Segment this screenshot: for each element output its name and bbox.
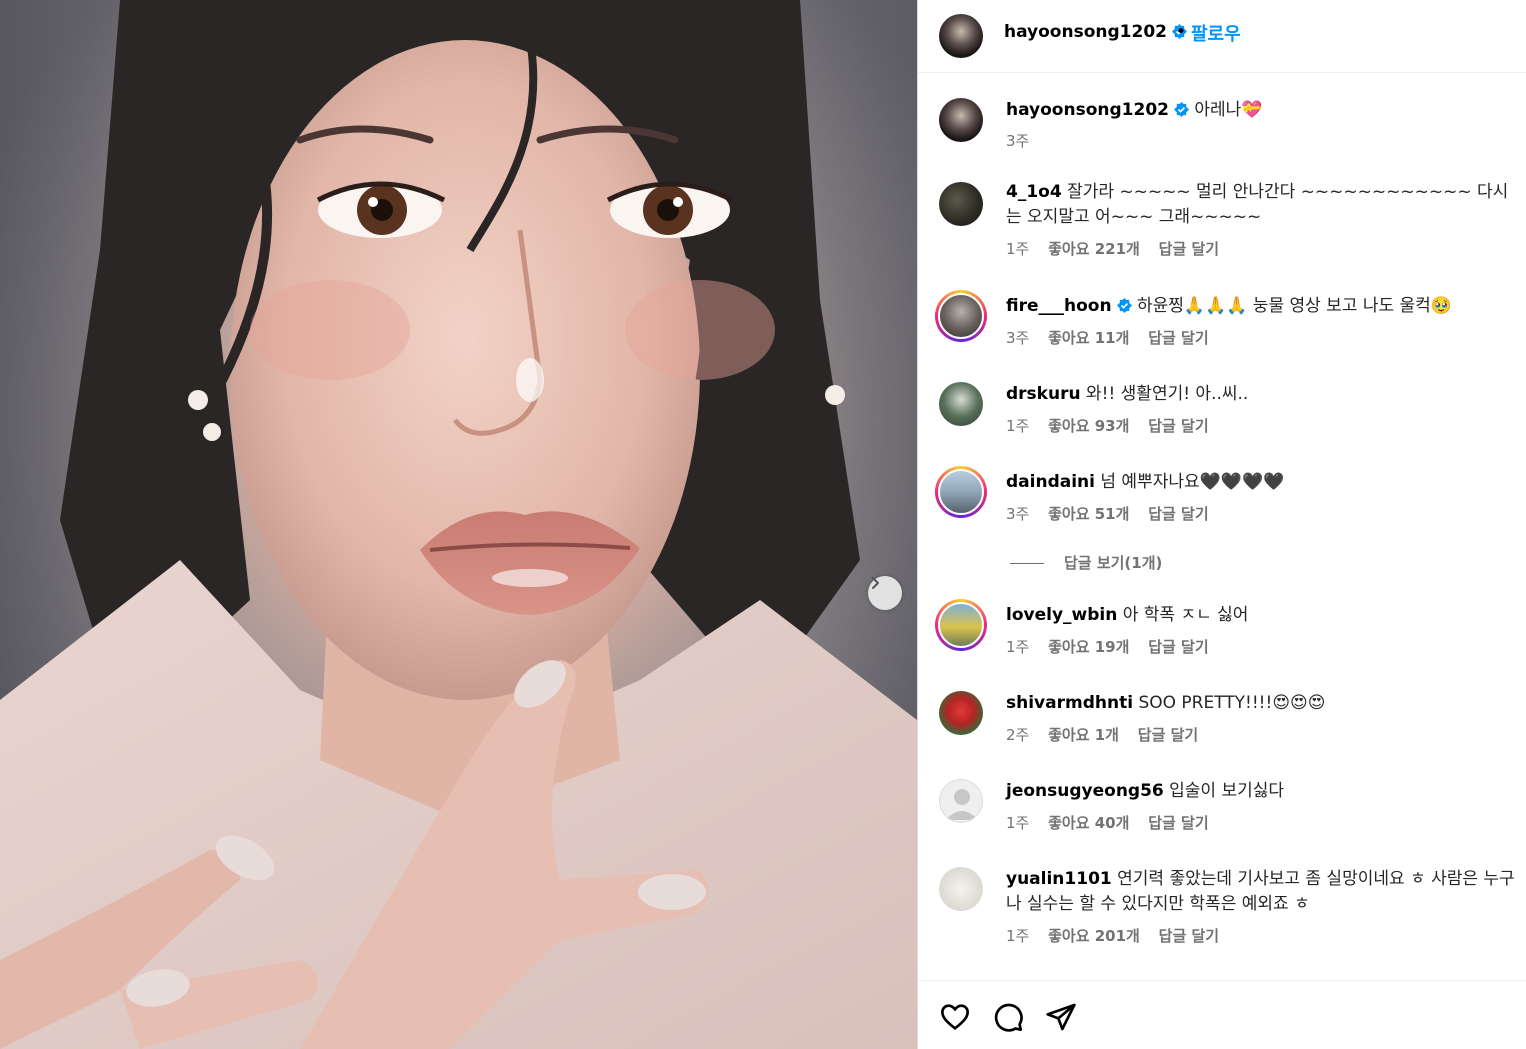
owner-username[interactable]: hayoonsong1202 xyxy=(1004,22,1167,42)
verified-badge-icon xyxy=(1173,102,1189,117)
next-photo-button[interactable] xyxy=(868,576,902,610)
comment-username[interactable]: fire___hoon xyxy=(1006,296,1112,316)
comment-body: 아 학폭 ㅈㄴ 싫어 xyxy=(1122,605,1249,625)
comment-meta: 3주 xyxy=(1006,130,1043,151)
comment-meta: 1주 좋아요 93개 답글 달기 xyxy=(1006,415,1223,436)
comment-time: 3주 xyxy=(1006,329,1030,347)
follow-button[interactable]: 팔로우 xyxy=(1191,20,1241,46)
reply-button[interactable]: 답글 달기 xyxy=(1148,417,1208,435)
comment-body: 와!! 생활연기! 아..씨.. xyxy=(1085,384,1249,404)
view-replies-button[interactable]: 답글 보기(1개) xyxy=(1010,552,1162,573)
separator-dot: • xyxy=(1176,22,1187,42)
comment-text: jeonsugyeong56 입술이 보기싫다 xyxy=(1006,779,1521,804)
avatar[interactable] xyxy=(939,98,983,142)
comment-likes[interactable]: 좋아요 1개 xyxy=(1048,726,1119,744)
post-photo xyxy=(0,0,917,1049)
comment-time: 1주 xyxy=(1006,814,1030,832)
comment-likes[interactable]: 좋아요 93개 xyxy=(1048,417,1129,435)
comment-time: 1주 xyxy=(1006,417,1030,435)
caption-text: hayoonsong1202 아레나💝 xyxy=(1006,98,1521,123)
comment-likes[interactable]: 좋아요 221개 xyxy=(1048,240,1140,258)
comment-text: lovely_wbin 아 학폭 ㅈㄴ 싫어 xyxy=(1006,603,1521,628)
comment-text: shivarmdhnti SOO PRETTY!!!!😍😍😍 xyxy=(1006,691,1521,716)
avatar[interactable] xyxy=(939,182,983,226)
comment-time: 1주 xyxy=(1006,638,1030,656)
comment-username[interactable]: jeonsugyeong56 xyxy=(1006,781,1164,801)
reply-button[interactable]: 답글 달기 xyxy=(1159,927,1219,945)
comment-username[interactable]: yualin1101 xyxy=(1006,869,1112,889)
comment-meta: 3주 좋아요 11개 답글 달기 xyxy=(1006,327,1223,348)
divider xyxy=(1010,563,1044,564)
comment-text: drskuru 와!! 생활연기! 아..씨.. xyxy=(1006,382,1521,407)
comment-username[interactable]: hayoonsong1202 xyxy=(1006,100,1169,120)
comment-likes[interactable]: 좋아요 51개 xyxy=(1048,505,1129,523)
comment-meta: 3주 좋아요 51개 답글 달기 xyxy=(1006,503,1223,524)
comment-body: SOO PRETTY!!!!😍😍😍 xyxy=(1138,693,1326,713)
comment-text: fire___hoon 하윤찡🙏🙏🙏 눙물 영상 보고 나도 울컥🥹 xyxy=(1006,294,1521,319)
comment-meta: 1주 좋아요 19개 답글 달기 xyxy=(1006,636,1223,657)
comment-likes[interactable]: 좋아요 11개 xyxy=(1048,329,1129,347)
comment-meta: 1주 좋아요 221개 답글 달기 xyxy=(1006,238,1233,259)
comment-username[interactable]: daindaini xyxy=(1006,472,1095,492)
comment-time: 1주 xyxy=(1006,927,1030,945)
verified-badge-icon xyxy=(1116,298,1132,313)
comment-likes[interactable]: 좋아요 40개 xyxy=(1048,814,1129,832)
comment-text: 4_1o4 잘가라 ~~~~~ 멀리 안나간다 ~~~~~~~~~~~~ 다시는… xyxy=(1006,180,1521,230)
reply-button[interactable]: 답글 달기 xyxy=(1148,329,1208,347)
owner-avatar[interactable] xyxy=(939,14,983,58)
avatar[interactable] xyxy=(935,466,987,518)
reply-button[interactable]: 답글 달기 xyxy=(1148,505,1208,523)
owner-username-row: hayoonsong1202 xyxy=(1004,22,1187,42)
comment-body: 하윤찡🙏🙏🙏 눙물 영상 보고 나도 울컥🥹 xyxy=(1136,296,1452,316)
comment-text: yualin1101 연기력 좋았는데 기사보고 좀 실망이네요 ㅎ 사람은 누… xyxy=(1006,867,1521,917)
post-side-panel: hayoonsong1202 • 팔로우 hayoonsong1202 아레나💝… xyxy=(917,0,1526,1049)
comment-username[interactable]: shivarmdhnti xyxy=(1006,693,1133,713)
reply-button[interactable]: 답글 달기 xyxy=(1148,814,1208,832)
avatar[interactable] xyxy=(939,867,983,911)
reply-button[interactable]: 답글 달기 xyxy=(1148,638,1208,656)
avatar[interactable] xyxy=(939,382,983,426)
post-dialog: hayoonsong1202 • 팔로우 hayoonsong1202 아레나💝… xyxy=(0,0,1526,1049)
comment-body: 입술이 보기싫다 xyxy=(1169,781,1285,801)
caption-body: 아레나 xyxy=(1194,100,1242,120)
comment-meta: 1주 좋아요 201개 답글 달기 xyxy=(1006,925,1233,946)
heart-icon[interactable] xyxy=(939,1001,971,1033)
comment-icon[interactable] xyxy=(992,1001,1024,1033)
action-bar xyxy=(918,980,1526,1049)
comment-time: 2주 xyxy=(1006,726,1030,744)
reply-button[interactable]: 답글 달기 xyxy=(1138,726,1198,744)
comment-time: 3주 xyxy=(1006,505,1030,523)
comment-username[interactable]: 4_1o4 xyxy=(1006,182,1062,202)
comment-body: 잘가라 ~~~~~ 멀리 안나간다 ~~~~~~~~~~~~ 다시는 오지말고 … xyxy=(1006,182,1509,227)
comments-list[interactable]: hayoonsong1202 아레나💝 3주 4_1o4 잘가라 ~~~~~ 멀… xyxy=(918,74,1526,979)
comment-body: 넘 예뿌자나요🖤🖤🖤🖤 xyxy=(1100,472,1285,492)
chevron-right-icon xyxy=(872,577,879,589)
caption-emoji: 💝 xyxy=(1241,100,1263,120)
comment-text: daindaini 넘 예뿌자나요🖤🖤🖤🖤 xyxy=(1006,470,1521,495)
comment-username[interactable]: lovely_wbin xyxy=(1006,605,1117,625)
share-icon[interactable] xyxy=(1045,1001,1077,1033)
reply-button[interactable]: 답글 달기 xyxy=(1159,240,1219,258)
portrait-illustration xyxy=(0,0,917,1049)
comment-likes[interactable]: 좋아요 201개 xyxy=(1048,927,1140,945)
avatar[interactable] xyxy=(935,599,987,651)
comment-likes[interactable]: 좋아요 19개 xyxy=(1048,638,1129,656)
post-header: hayoonsong1202 • 팔로우 xyxy=(918,0,1526,73)
comment-time: 3주 xyxy=(1006,132,1030,150)
comment-meta: 1주 좋아요 40개 답글 달기 xyxy=(1006,812,1223,833)
avatar[interactable] xyxy=(939,691,983,735)
comment-time: 1주 xyxy=(1006,240,1030,258)
comment-username[interactable]: drskuru xyxy=(1006,384,1081,404)
comment-meta: 2주 좋아요 1개 답글 달기 xyxy=(1006,724,1212,745)
default-avatar-icon[interactable] xyxy=(939,779,983,823)
avatar[interactable] xyxy=(935,290,987,342)
view-replies-label: 답글 보기(1개) xyxy=(1064,554,1163,572)
